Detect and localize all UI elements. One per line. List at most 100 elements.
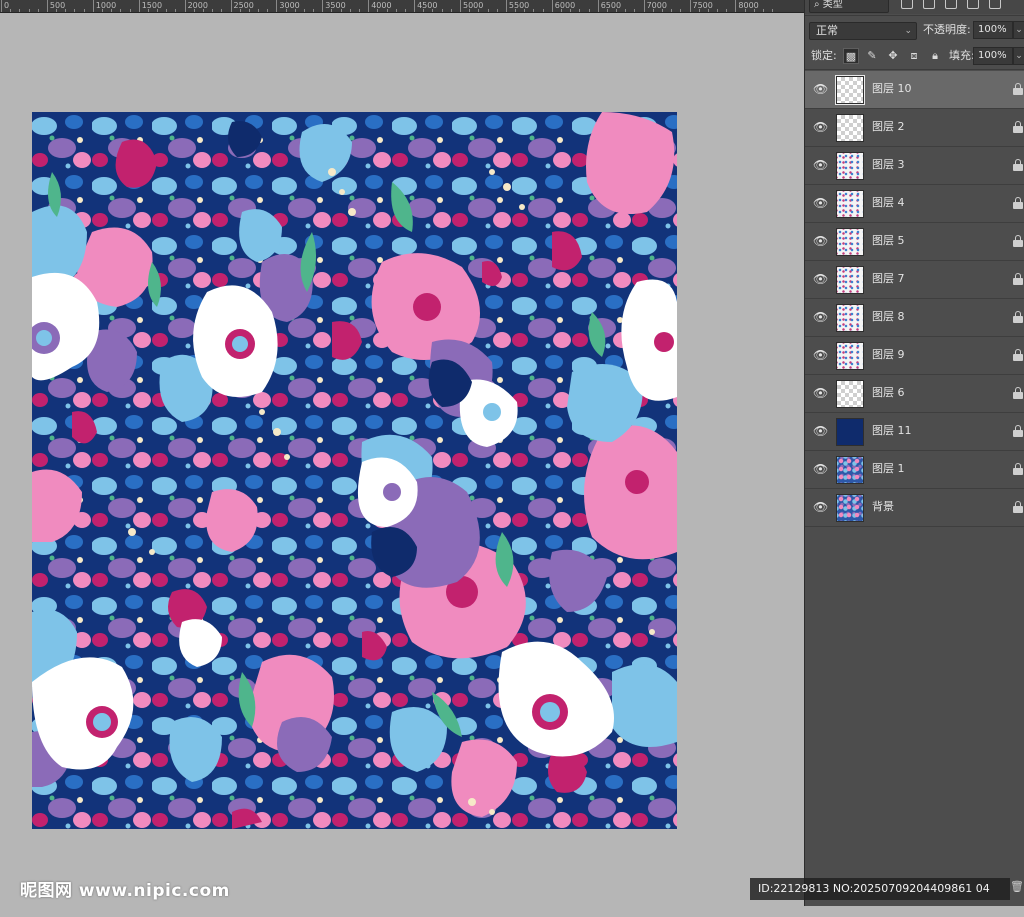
layer-thumbnail[interactable] bbox=[836, 494, 864, 522]
ruler-minor-tick bbox=[19, 9, 21, 12]
opacity-chevron-icon[interactable]: ⌄ bbox=[1013, 21, 1024, 39]
floral-pattern-artwork[interactable] bbox=[32, 112, 677, 829]
layer-name[interactable]: 图层 9 bbox=[872, 348, 905, 362]
eye-visibility-icon[interactable]: 👁︎ bbox=[813, 82, 828, 96]
ruler-minor-tick bbox=[450, 9, 452, 12]
image-id-bar: ID:22129813 NO:20250709204409861 04 bbox=[750, 878, 1010, 900]
ruler-minor-tick bbox=[634, 9, 636, 12]
layer-row[interactable]: 👁︎ 图层 4 bbox=[805, 185, 1024, 223]
ruler-minor-tick bbox=[395, 9, 397, 12]
lock-transparent-pixels-icon[interactable]: ▩ bbox=[843, 48, 859, 64]
ruler-minor-tick bbox=[762, 9, 764, 12]
layer-name[interactable]: 图层 3 bbox=[872, 158, 905, 172]
ruler-minor-tick bbox=[37, 9, 39, 12]
pixel-filter-icon[interactable] bbox=[901, 0, 913, 9]
layer-name[interactable]: 图层 10 bbox=[872, 82, 912, 96]
ruler-minor-tick bbox=[478, 9, 480, 12]
layer-thumbnail[interactable] bbox=[835, 75, 865, 105]
eye-visibility-icon[interactable]: 👁︎ bbox=[813, 462, 828, 476]
lock-position-icon[interactable]: ✥ bbox=[885, 48, 901, 64]
watermark: 昵图网 www.nipic.com bbox=[20, 881, 230, 901]
lock-icon bbox=[1013, 197, 1023, 209]
canvas-area[interactable] bbox=[0, 14, 804, 917]
eye-visibility-icon[interactable]: 👁︎ bbox=[813, 348, 828, 362]
ruler-minor-tick bbox=[349, 9, 351, 12]
layer-name[interactable]: 背景 bbox=[872, 500, 894, 514]
layer-thumbnail[interactable] bbox=[836, 152, 864, 180]
layer-row[interactable]: 👁︎ 背景 bbox=[805, 489, 1024, 527]
layer-row[interactable]: 👁︎ 图层 7 bbox=[805, 261, 1024, 299]
type-filter-icon[interactable] bbox=[945, 0, 957, 9]
blend-mode-select[interactable]: 正常 ⌄ bbox=[809, 22, 917, 40]
ruler-minor-tick bbox=[698, 9, 700, 12]
ruler-minor-tick bbox=[340, 9, 342, 12]
ruler-minor-tick bbox=[744, 9, 746, 12]
layer-thumbnail[interactable] bbox=[836, 114, 864, 142]
smart-object-filter-icon[interactable] bbox=[989, 0, 1001, 9]
eye-visibility-icon[interactable]: 👁︎ bbox=[813, 196, 828, 210]
adjustment-filter-icon[interactable] bbox=[923, 0, 935, 9]
eye-visibility-icon[interactable]: 👁︎ bbox=[813, 120, 828, 134]
eye-visibility-icon[interactable]: 👁︎ bbox=[813, 234, 828, 248]
ruler-minor-tick bbox=[120, 9, 122, 12]
layer-row[interactable]: 👁︎ 图层 8 bbox=[805, 299, 1024, 337]
ruler-tick bbox=[414, 0, 416, 12]
layer-filter-label: 类型 bbox=[822, 0, 843, 10]
ruler-tick bbox=[46, 0, 48, 12]
layer-thumbnail[interactable] bbox=[836, 266, 864, 294]
layer-row[interactable]: 👁︎ 图层 2 bbox=[805, 109, 1024, 147]
layer-thumbnail[interactable] bbox=[836, 342, 864, 370]
layer-row[interactable]: 👁︎ 图层 6 bbox=[805, 375, 1024, 413]
layer-name[interactable]: 图层 1 bbox=[872, 462, 905, 476]
lock-icon bbox=[1013, 235, 1023, 247]
layer-name[interactable]: 图层 11 bbox=[872, 424, 912, 438]
opacity-input[interactable]: 100% bbox=[973, 21, 1013, 39]
lock-all-icon[interactable]: 🔒︎ bbox=[927, 48, 943, 64]
fill-input[interactable]: 100% bbox=[973, 47, 1013, 65]
ruler-minor-tick bbox=[56, 9, 58, 12]
search-icon: ⌕ bbox=[814, 0, 820, 10]
eye-visibility-icon[interactable]: 👁︎ bbox=[813, 272, 828, 286]
layer-name[interactable]: 图层 2 bbox=[872, 120, 905, 134]
ruler-minor-tick bbox=[157, 9, 159, 12]
fill-chevron-icon[interactable]: ⌄ bbox=[1013, 47, 1024, 65]
lock-image-pixels-icon[interactable]: ✎ bbox=[864, 48, 880, 64]
ruler-minor-tick bbox=[496, 9, 498, 12]
layer-name[interactable]: 图层 4 bbox=[872, 196, 905, 210]
ruler-minor-tick bbox=[377, 9, 379, 12]
lock-icon bbox=[1013, 121, 1023, 133]
eye-visibility-icon[interactable]: 👁︎ bbox=[813, 310, 828, 324]
layer-name[interactable]: 图层 8 bbox=[872, 310, 905, 324]
ruler-tick-label: 2500 bbox=[233, 1, 254, 10]
eye-visibility-icon[interactable]: 👁︎ bbox=[813, 386, 828, 400]
eye-visibility-icon[interactable]: 👁︎ bbox=[813, 500, 828, 514]
blend-mode-value: 正常 bbox=[816, 24, 838, 37]
lock-icon bbox=[1013, 83, 1023, 95]
ruler-minor-tick bbox=[441, 9, 443, 12]
layer-name[interactable]: 图层 6 bbox=[872, 386, 905, 400]
layer-thumbnail[interactable] bbox=[836, 190, 864, 218]
layer-thumbnail[interactable] bbox=[836, 418, 864, 446]
layer-name[interactable]: 图层 5 bbox=[872, 234, 905, 248]
layer-row[interactable]: 👁︎ 图层 1 bbox=[805, 451, 1024, 489]
shape-filter-icon[interactable] bbox=[967, 0, 979, 9]
layers-panel: ⌕ 类型 正常 ⌄ 不透明度: 100% ⌄ 锁定: ▩ ✎ ✥ ⧈ 🔒︎ 填充… bbox=[804, 0, 1024, 906]
layer-row[interactable]: 👁︎ 图层 11 bbox=[805, 413, 1024, 451]
lock-artboard-icon[interactable]: ⧈ bbox=[906, 48, 922, 64]
trash-icon[interactable]: 🗑︎ bbox=[1010, 880, 1024, 893]
layer-name[interactable]: 图层 7 bbox=[872, 272, 905, 286]
layer-thumbnail[interactable] bbox=[836, 228, 864, 256]
layer-thumbnail[interactable] bbox=[836, 456, 864, 484]
layer-thumbnail[interactable] bbox=[836, 304, 864, 332]
eye-visibility-icon[interactable]: 👁︎ bbox=[813, 158, 828, 172]
layer-row[interactable]: 👁︎ 图层 5 bbox=[805, 223, 1024, 261]
layer-row[interactable]: 👁︎ 图层 10 bbox=[805, 71, 1024, 109]
ruler-tick-label: 7500 bbox=[692, 1, 713, 10]
layer-thumbnail[interactable] bbox=[836, 380, 864, 408]
layer-filter-select[interactable]: ⌕ 类型 bbox=[809, 0, 889, 13]
layer-row[interactable]: 👁︎ 图层 9 bbox=[805, 337, 1024, 375]
eye-visibility-icon[interactable]: 👁︎ bbox=[813, 424, 828, 438]
ruler-tick-label: 6000 bbox=[554, 1, 576, 10]
ruler-minor-tick bbox=[579, 9, 581, 12]
layer-row[interactable]: 👁︎ 图层 3 bbox=[805, 147, 1024, 185]
